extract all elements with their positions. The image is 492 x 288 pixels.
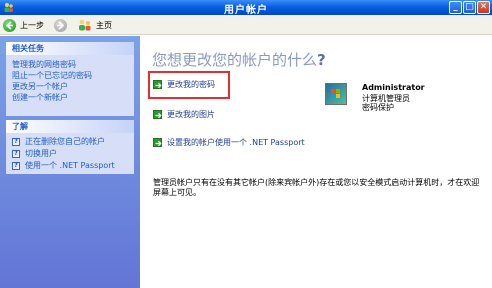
task-label: 更改我的图片	[167, 110, 215, 119]
forward-button[interactable]	[54, 18, 67, 32]
forward-arrow-icon	[54, 18, 67, 32]
task-change-picture[interactable]: 更改我的图片	[153, 109, 215, 120]
title-bar: 用户帐户 _ □ ✕	[0, 0, 492, 16]
green-arrow-icon	[153, 80, 162, 89]
back-arrow-icon	[3, 18, 16, 32]
sidebar-item-create-new-account[interactable]: 创建一个新帐户	[12, 92, 128, 103]
task-change-password[interactable]: 更改我的密码	[153, 79, 215, 90]
admin-note: 管理员帐户只有在没有其它帐户(除来宾帐户外)存在或您以安全模式启动计算机时，才在…	[153, 178, 480, 197]
page-title-mark: ?	[317, 51, 326, 69]
main-content: 您想更改您的帐户的什么? 更改我的密码 更改我的图片 设置我的帐户使用一个 .N…	[140, 36, 492, 288]
home-users-icon	[77, 19, 93, 31]
account-protection: 密码保护	[362, 103, 394, 112]
task-setup-net-passport[interactable]: 设置我的帐户使用一个 .NET Passport	[153, 137, 305, 148]
back-label: 上一步	[20, 20, 44, 30]
help-icon: ?	[12, 150, 20, 158]
account-name: Administrator	[362, 83, 425, 92]
close-button[interactable]: ✕	[477, 1, 490, 14]
home-label: 主页	[96, 20, 112, 30]
related-tasks-title: 相关任务	[6, 42, 134, 55]
learn-panel: 了解 ? 正在删除您自己的帐户 ? 切换用户 ? 使用一个 .NET Passp…	[6, 120, 134, 174]
learn-title: 了解	[6, 120, 134, 133]
page-title-text: 您想更改您的帐户的什么	[152, 51, 318, 69]
learn-item-deleting-own-account[interactable]: ? 正在删除您自己的帐户	[12, 136, 128, 148]
learn-item-label: 正在删除您自己的帐户	[25, 137, 105, 146]
green-arrow-icon	[153, 110, 162, 119]
sidebar-item-change-another-account[interactable]: 更改另一个帐户	[12, 81, 128, 92]
learn-item-label: 切换用户	[25, 149, 57, 158]
learn-item-net-passport[interactable]: ? 使用一个 .NET Passport	[12, 160, 128, 172]
learn-item-switch-user[interactable]: ? 切换用户	[12, 148, 128, 160]
help-icon: ?	[12, 138, 20, 146]
home-button[interactable]: 主页	[77, 18, 112, 32]
help-icon: ?	[12, 162, 20, 170]
sidebar-item-manage-network-passwords[interactable]: 管理我的网络密码	[12, 59, 128, 70]
minimize-button[interactable]: _	[449, 1, 462, 14]
learn-item-label: 使用一个 .NET Passport	[25, 161, 115, 170]
sidebar-item-prevent-forgotten-password[interactable]: 阻止一个已忘记的密码	[12, 70, 128, 81]
page-title: 您想更改您的帐户的什么?	[152, 49, 326, 70]
green-arrow-icon	[153, 138, 162, 147]
toolbar: 上一步 主页	[0, 15, 492, 35]
related-tasks-panel: 相关任务 管理我的网络密码 阻止一个已忘记的密码 更改另一个帐户 创建一个新帐户	[6, 42, 134, 116]
maximize-button[interactable]: □	[463, 1, 476, 14]
sidebar: 相关任务 管理我的网络密码 阻止一个已忘记的密码 更改另一个帐户 创建一个新帐户…	[0, 36, 140, 288]
back-button[interactable]: 上一步	[3, 18, 44, 32]
task-label: 设置我的帐户使用一个 .NET Passport	[167, 138, 305, 147]
window-title: 用户帐户	[224, 5, 268, 16]
user-picture[interactable]	[325, 83, 347, 105]
task-label: 更改我的密码	[167, 80, 215, 89]
